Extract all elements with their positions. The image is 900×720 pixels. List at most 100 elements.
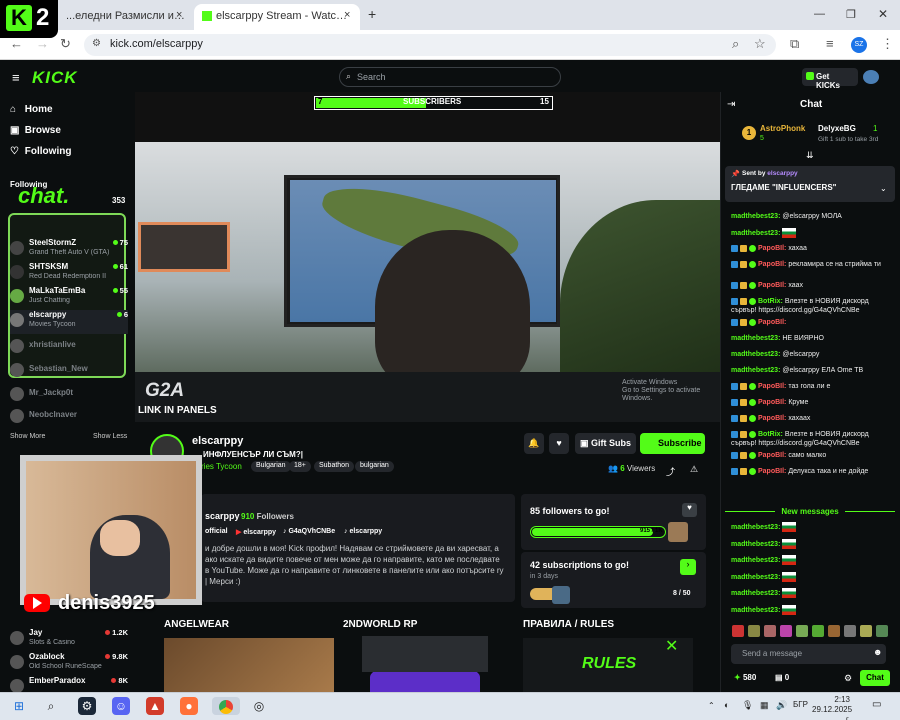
show-less-button[interactable]: Show Less [93, 433, 127, 440]
notification-bell-button[interactable]: 🔔 [524, 433, 544, 454]
browser-tab-2[interactable]: elscarppy Stream - Watch Live o [194, 4, 360, 30]
clock[interactable]: 2:13 29.12.2025 г. [812, 695, 852, 720]
chat-username[interactable]: PapoBIl: [758, 319, 786, 326]
kick-logo[interactable]: KICK [32, 68, 78, 88]
profile-avatar[interactable]: SZ [851, 37, 867, 53]
discord-icon[interactable]: ☺ [112, 697, 130, 715]
search-icon[interactable]: ⌕ [42, 697, 60, 715]
sidebar-stream-item[interactable]: elscarppy Movies Tycoon 6 [10, 310, 128, 334]
chat-username[interactable]: madthebest23: [731, 557, 780, 564]
share-icon[interactable]: ⤴ [666, 465, 675, 478]
browser-tab-1[interactable]: ...еледни Размисли и Страсти [58, 4, 194, 30]
emote-icon[interactable] [764, 625, 776, 637]
chat-username[interactable]: madthebest23: [731, 590, 780, 597]
tray-chevron-icon[interactable]: ⌃ [708, 701, 715, 710]
emote-icon[interactable] [828, 625, 840, 637]
firefox-icon[interactable]: ● [180, 697, 198, 715]
chat-username[interactable]: PapoBIl: [758, 468, 786, 475]
media-icon[interactable]: ≡ [826, 36, 834, 51]
window-close-icon[interactable]: ✕ [878, 7, 888, 21]
emote-icon[interactable] [844, 625, 856, 637]
chrome-icon[interactable] [212, 697, 240, 715]
chat-username[interactable]: madthebest23: [731, 573, 780, 580]
chat-username[interactable]: madthebest23: [731, 351, 780, 358]
close-icon[interactable]: × [176, 9, 182, 21]
stream-category[interactable]: ries Tycoon [201, 462, 242, 471]
chat-username[interactable]: madthebest23: [731, 524, 780, 531]
keyboard-language[interactable]: БГР [793, 700, 808, 709]
chat-username[interactable]: BotRix: [758, 431, 783, 438]
chat-username[interactable]: madthebest23: [731, 335, 780, 342]
send-chat-button[interactable]: Chat [860, 670, 890, 686]
start-icon[interactable]: ⊞ [10, 697, 28, 715]
stream-tag[interactable]: 18+ [289, 461, 311, 472]
extensions-icon[interactable]: ⧉ [790, 36, 799, 52]
new-tab-button[interactable]: + [368, 6, 376, 22]
social-link[interactable]: official [205, 528, 228, 535]
bookmark-star-icon[interactable]: ☆ [754, 36, 766, 52]
sidebar-stream-item[interactable]: EmberParadox 8K [10, 676, 128, 692]
forward-icon[interactable]: → [36, 36, 49, 51]
reload-icon[interactable]: ↻ [60, 36, 71, 52]
show-more-button[interactable]: Show More [10, 433, 45, 440]
stream-tag[interactable]: bulgarian [355, 461, 394, 472]
sidebar-item-following[interactable]: ♡ Following [10, 146, 71, 157]
chat-username[interactable]: PapoBIl: [758, 452, 786, 459]
panel-image-angelwear[interactable] [164, 638, 334, 692]
sidebar-item-browse[interactable]: ▣ Browse [10, 125, 61, 136]
chat-username[interactable]: madthebest23: [731, 606, 780, 613]
chat-username[interactable]: madthebest23: [731, 213, 780, 220]
site-info-icon[interactable]: ⚙ [92, 38, 101, 49]
tray-icon[interactable]: ◐ [724, 700, 729, 710]
app-icon[interactable]: ◎ [250, 697, 268, 715]
sidebar-stream-item[interactable]: MaLkaTaEmBa Just Chatting 55 [10, 286, 128, 310]
emoji-icon[interactable]: ☻ [873, 647, 882, 657]
emote-icon[interactable] [732, 625, 744, 637]
heart-icon[interactable]: ♥ [682, 503, 697, 517]
chat-username[interactable]: madthebest23: [731, 367, 780, 374]
subscribe-button[interactable]: Subscribe [640, 433, 705, 454]
app-icon[interactable]: ▲ [146, 697, 164, 715]
close-icon[interactable]: × [344, 9, 350, 21]
expand-icon[interactable]: ⇊ [806, 150, 814, 161]
sidebar-stream-item[interactable]: Neobclnaver [10, 406, 128, 430]
sidebar-stream-item[interactable]: Ozablock Old School RuneScape 9.8K [10, 652, 128, 676]
chat-username[interactable]: madthebest23: [731, 230, 780, 237]
report-icon[interactable]: ⚠ [690, 464, 698, 475]
sidebar-stream-item[interactable]: Sebastian_New [10, 360, 128, 384]
stream-tag[interactable]: Bulgarian [251, 461, 291, 472]
sidebar-stream-item[interactable]: Mr_Jackp0t [10, 384, 128, 408]
user-avatar[interactable] [863, 70, 879, 84]
follow-button[interactable]: ♥ [549, 433, 569, 454]
stream-tag[interactable]: Subathon [314, 461, 354, 472]
chat-username[interactable]: PapoBIl: [758, 282, 786, 289]
channel-name[interactable]: elscarppy [192, 435, 243, 447]
microphone-icon[interactable]: 🎙 [742, 700, 753, 711]
emote-icon[interactable] [796, 625, 808, 637]
social-link[interactable]: ▶ elscarppy [236, 528, 276, 536]
network-icon[interactable]: ▦ [760, 700, 769, 711]
emote-icon[interactable] [748, 625, 760, 637]
chat-username[interactable]: PapoBIl: [758, 245, 786, 252]
zoom-icon[interactable]: ⌕ [732, 36, 739, 52]
chat-username[interactable]: BotRix: [758, 298, 783, 305]
emote-icon[interactable] [780, 625, 792, 637]
emote-icon[interactable] [876, 625, 888, 637]
maximize-icon[interactable]: ❐ [846, 8, 856, 21]
notification-icon[interactable]: ▭ [872, 699, 881, 710]
gift-subs-button[interactable]: ▣ Gift Subs [575, 433, 636, 454]
chat-username[interactable]: PapoBIl: [758, 383, 786, 390]
emote-icon[interactable] [812, 625, 824, 637]
back-icon[interactable]: ← [10, 36, 23, 51]
sidebar-item-home[interactable]: ⌂ Home [10, 104, 53, 115]
emote-icon[interactable] [860, 625, 872, 637]
chevron-down-icon[interactable]: ⌄ [880, 184, 887, 193]
sidebar-stream-item[interactable]: SHTSKSM Red Dead Redemption II 61 [10, 262, 128, 286]
chat-username[interactable]: PapoBIl: [758, 261, 786, 268]
steam-icon[interactable]: ⚙ [78, 697, 96, 715]
collapse-chat-icon[interactable]: ⇥ [727, 99, 735, 110]
minimize-icon[interactable]: — [814, 8, 825, 20]
sidebar-stream-item[interactable]: Jay Slots & Casino 1.2K [10, 628, 128, 652]
hamburger-menu-icon[interactable]: ≡ [12, 70, 20, 85]
social-link[interactable]: ♪ G4aQVhCNBe [283, 528, 335, 535]
